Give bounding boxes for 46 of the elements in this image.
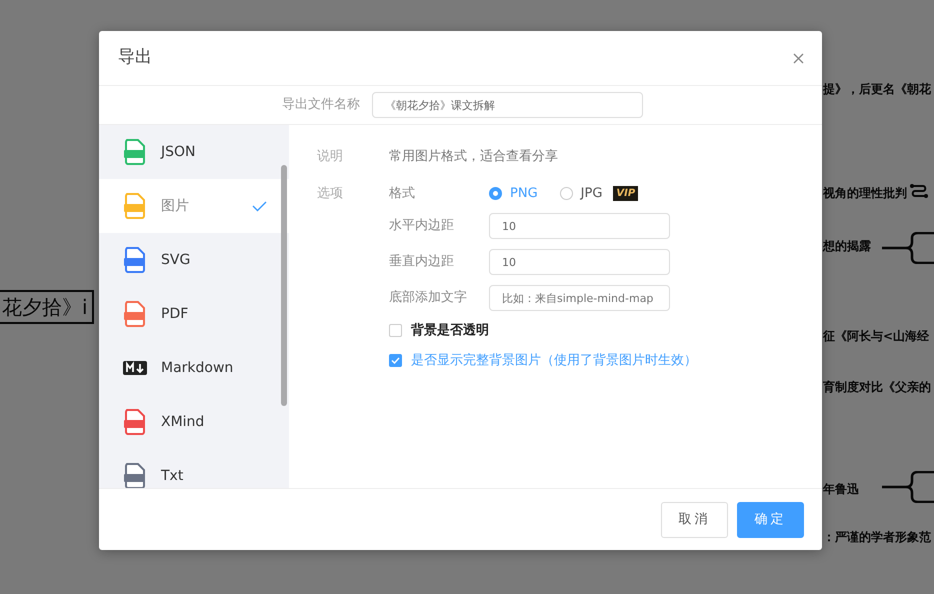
format-label: Txt [161, 466, 184, 486]
field-label: 水平内边距 [389, 217, 455, 236]
field-label: 垂直内边距 [389, 253, 455, 272]
topic-label: 年鲁迅 [823, 481, 859, 498]
field-label: 导出文件名称 [282, 96, 360, 114]
radio-option[interactable]: JPG VIP [560, 184, 638, 203]
cancel-button[interactable]: 取消 [661, 502, 728, 538]
topic-label: 想的揭露 [823, 238, 871, 255]
topic-label: 视角的理性批判 [823, 185, 907, 202]
bracket-connector [882, 232, 934, 264]
bracket-connector [882, 471, 934, 503]
dialog-title: 导出 [118, 46, 152, 70]
format-item[interactable]: XMind [99, 395, 289, 449]
text-input[interactable]: 10 [489, 249, 670, 275]
description-text: 常用图片格式，适合查看分享 [389, 148, 558, 166]
check-icon [252, 200, 267, 212]
format-label: Markdown [161, 358, 234, 378]
root-topic: 花夕拾》i [0, 290, 94, 324]
field-label: 格式 [389, 184, 416, 202]
link-icon [909, 182, 929, 200]
format-label: SVG [161, 250, 192, 270]
text-input[interactable]: 10 [489, 213, 670, 239]
topic-label: 提》，后更名《朝花 [823, 81, 931, 98]
scrollbar-thumb[interactable] [281, 165, 287, 406]
filename-input[interactable]: 《朝花夕拾》课文拆解 [372, 92, 643, 118]
format-item[interactable]: 图片 [99, 179, 289, 233]
format-label: JSON [161, 142, 197, 162]
format-item[interactable]: SVG [99, 233, 289, 287]
format-item[interactable]: JSON [99, 125, 289, 179]
text-input[interactable]: 比如：来自simple-mind-map [489, 285, 670, 311]
format-item[interactable]: PDF [99, 287, 289, 341]
checkbox-option[interactable]: 背景是否透明 [389, 321, 697, 340]
topic-label: 征《阿长与<山海经 [823, 328, 930, 345]
format-item[interactable]: Markdown [99, 341, 289, 395]
close-icon[interactable] [793, 52, 804, 64]
topic-label: ：严谨的学者形象范 [823, 529, 931, 546]
format-label: 图片 [161, 196, 190, 216]
check-icon [391, 356, 400, 364]
row-label: 说明 [317, 148, 344, 166]
field-label: 底部添加文字 [389, 289, 468, 308]
row-label: 选项 [317, 184, 344, 202]
vip-badge: VIP [613, 186, 638, 201]
format-label: PDF [161, 304, 190, 324]
format-label: XMind [161, 412, 206, 432]
format-item[interactable]: Txt [99, 449, 289, 488]
topic-label: 育制度对比《父亲的 [823, 379, 931, 396]
